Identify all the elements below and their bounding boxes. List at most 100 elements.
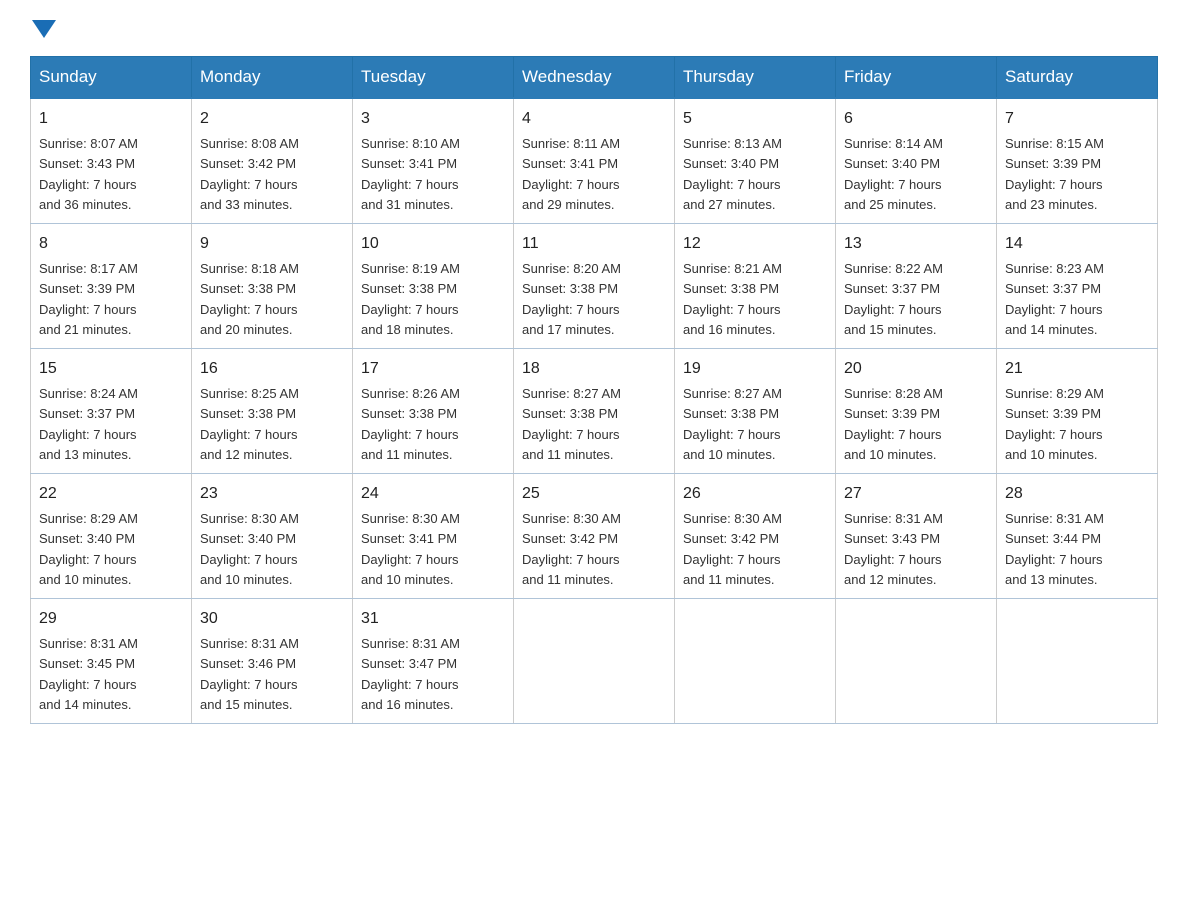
day-info: Sunrise: 8:30 AMSunset: 3:42 PMDaylight:… xyxy=(522,511,621,587)
day-number: 10 xyxy=(361,232,505,256)
header-monday: Monday xyxy=(192,57,353,99)
day-info: Sunrise: 8:30 AMSunset: 3:41 PMDaylight:… xyxy=(361,511,460,587)
calendar-cell-w2-d2: 9 Sunrise: 8:18 AMSunset: 3:38 PMDayligh… xyxy=(192,224,353,349)
header-sunday: Sunday xyxy=(31,57,192,99)
calendar-cell-w2-d5: 12 Sunrise: 8:21 AMSunset: 3:38 PMDaylig… xyxy=(675,224,836,349)
week-row-1: 1 Sunrise: 8:07 AMSunset: 3:43 PMDayligh… xyxy=(31,98,1158,224)
day-info: Sunrise: 8:18 AMSunset: 3:38 PMDaylight:… xyxy=(200,261,299,337)
day-number: 18 xyxy=(522,357,666,381)
calendar-cell-w1-d7: 7 Sunrise: 8:15 AMSunset: 3:39 PMDayligh… xyxy=(997,98,1158,224)
day-info: Sunrise: 8:30 AMSunset: 3:40 PMDaylight:… xyxy=(200,511,299,587)
calendar-cell-w3-d3: 17 Sunrise: 8:26 AMSunset: 3:38 PMDaylig… xyxy=(353,349,514,474)
calendar-cell-w5-d1: 29 Sunrise: 8:31 AMSunset: 3:45 PMDaylig… xyxy=(31,599,192,724)
day-number: 13 xyxy=(844,232,988,256)
day-info: Sunrise: 8:23 AMSunset: 3:37 PMDaylight:… xyxy=(1005,261,1104,337)
calendar-cell-w2-d4: 11 Sunrise: 8:20 AMSunset: 3:38 PMDaylig… xyxy=(514,224,675,349)
logo xyxy=(30,20,58,38)
day-number: 29 xyxy=(39,607,183,631)
day-number: 1 xyxy=(39,107,183,131)
header-friday: Friday xyxy=(836,57,997,99)
day-number: 11 xyxy=(522,232,666,256)
day-number: 14 xyxy=(1005,232,1149,256)
calendar-cell-w5-d2: 30 Sunrise: 8:31 AMSunset: 3:46 PMDaylig… xyxy=(192,599,353,724)
day-info: Sunrise: 8:27 AMSunset: 3:38 PMDaylight:… xyxy=(683,386,782,462)
day-info: Sunrise: 8:10 AMSunset: 3:41 PMDaylight:… xyxy=(361,136,460,212)
day-number: 23 xyxy=(200,482,344,506)
calendar-cell-w5-d6 xyxy=(836,599,997,724)
day-info: Sunrise: 8:30 AMSunset: 3:42 PMDaylight:… xyxy=(683,511,782,587)
day-number: 30 xyxy=(200,607,344,631)
calendar-cell-w4-d7: 28 Sunrise: 8:31 AMSunset: 3:44 PMDaylig… xyxy=(997,474,1158,599)
day-number: 31 xyxy=(361,607,505,631)
day-number: 20 xyxy=(844,357,988,381)
day-info: Sunrise: 8:15 AMSunset: 3:39 PMDaylight:… xyxy=(1005,136,1104,212)
day-info: Sunrise: 8:20 AMSunset: 3:38 PMDaylight:… xyxy=(522,261,621,337)
calendar-cell-w1-d1: 1 Sunrise: 8:07 AMSunset: 3:43 PMDayligh… xyxy=(31,98,192,224)
day-info: Sunrise: 8:11 AMSunset: 3:41 PMDaylight:… xyxy=(522,136,620,212)
calendar-cell-w1-d4: 4 Sunrise: 8:11 AMSunset: 3:41 PMDayligh… xyxy=(514,98,675,224)
calendar-cell-w4-d2: 23 Sunrise: 8:30 AMSunset: 3:40 PMDaylig… xyxy=(192,474,353,599)
day-number: 21 xyxy=(1005,357,1149,381)
day-number: 15 xyxy=(39,357,183,381)
header-tuesday: Tuesday xyxy=(353,57,514,99)
day-number: 16 xyxy=(200,357,344,381)
day-number: 12 xyxy=(683,232,827,256)
day-number: 26 xyxy=(683,482,827,506)
calendar-cell-w5-d3: 31 Sunrise: 8:31 AMSunset: 3:47 PMDaylig… xyxy=(353,599,514,724)
day-number: 4 xyxy=(522,107,666,131)
day-number: 19 xyxy=(683,357,827,381)
day-info: Sunrise: 8:31 AMSunset: 3:45 PMDaylight:… xyxy=(39,636,138,712)
calendar-cell-w3-d7: 21 Sunrise: 8:29 AMSunset: 3:39 PMDaylig… xyxy=(997,349,1158,474)
calendar-cell-w3-d4: 18 Sunrise: 8:27 AMSunset: 3:38 PMDaylig… xyxy=(514,349,675,474)
day-number: 5 xyxy=(683,107,827,131)
day-number: 7 xyxy=(1005,107,1149,131)
day-info: Sunrise: 8:13 AMSunset: 3:40 PMDaylight:… xyxy=(683,136,782,212)
calendar-cell-w4-d3: 24 Sunrise: 8:30 AMSunset: 3:41 PMDaylig… xyxy=(353,474,514,599)
week-row-3: 15 Sunrise: 8:24 AMSunset: 3:37 PMDaylig… xyxy=(31,349,1158,474)
calendar-cell-w3-d1: 15 Sunrise: 8:24 AMSunset: 3:37 PMDaylig… xyxy=(31,349,192,474)
calendar-cell-w3-d6: 20 Sunrise: 8:28 AMSunset: 3:39 PMDaylig… xyxy=(836,349,997,474)
page-header xyxy=(30,20,1158,38)
day-info: Sunrise: 8:31 AMSunset: 3:46 PMDaylight:… xyxy=(200,636,299,712)
week-row-2: 8 Sunrise: 8:17 AMSunset: 3:39 PMDayligh… xyxy=(31,224,1158,349)
day-number: 25 xyxy=(522,482,666,506)
day-info: Sunrise: 8:25 AMSunset: 3:38 PMDaylight:… xyxy=(200,386,299,462)
calendar-cell-w4-d1: 22 Sunrise: 8:29 AMSunset: 3:40 PMDaylig… xyxy=(31,474,192,599)
calendar-cell-w1-d3: 3 Sunrise: 8:10 AMSunset: 3:41 PMDayligh… xyxy=(353,98,514,224)
day-info: Sunrise: 8:31 AMSunset: 3:47 PMDaylight:… xyxy=(361,636,460,712)
header-thursday: Thursday xyxy=(675,57,836,99)
calendar-cell-w2-d7: 14 Sunrise: 8:23 AMSunset: 3:37 PMDaylig… xyxy=(997,224,1158,349)
calendar-cell-w4-d6: 27 Sunrise: 8:31 AMSunset: 3:43 PMDaylig… xyxy=(836,474,997,599)
day-info: Sunrise: 8:29 AMSunset: 3:40 PMDaylight:… xyxy=(39,511,138,587)
calendar-cell-w5-d4 xyxy=(514,599,675,724)
day-info: Sunrise: 8:07 AMSunset: 3:43 PMDaylight:… xyxy=(39,136,138,212)
day-number: 28 xyxy=(1005,482,1149,506)
day-number: 2 xyxy=(200,107,344,131)
day-number: 9 xyxy=(200,232,344,256)
day-info: Sunrise: 8:19 AMSunset: 3:38 PMDaylight:… xyxy=(361,261,460,337)
day-info: Sunrise: 8:14 AMSunset: 3:40 PMDaylight:… xyxy=(844,136,943,212)
day-number: 17 xyxy=(361,357,505,381)
calendar-table: SundayMondayTuesdayWednesdayThursdayFrid… xyxy=(30,56,1158,724)
calendar-cell-w1-d2: 2 Sunrise: 8:08 AMSunset: 3:42 PMDayligh… xyxy=(192,98,353,224)
day-number: 24 xyxy=(361,482,505,506)
calendar-cell-w3-d2: 16 Sunrise: 8:25 AMSunset: 3:38 PMDaylig… xyxy=(192,349,353,474)
header-wednesday: Wednesday xyxy=(514,57,675,99)
header-saturday: Saturday xyxy=(997,57,1158,99)
day-info: Sunrise: 8:22 AMSunset: 3:37 PMDaylight:… xyxy=(844,261,943,337)
calendar-cell-w4-d4: 25 Sunrise: 8:30 AMSunset: 3:42 PMDaylig… xyxy=(514,474,675,599)
days-header-row: SundayMondayTuesdayWednesdayThursdayFrid… xyxy=(31,57,1158,99)
week-row-5: 29 Sunrise: 8:31 AMSunset: 3:45 PMDaylig… xyxy=(31,599,1158,724)
day-info: Sunrise: 8:26 AMSunset: 3:38 PMDaylight:… xyxy=(361,386,460,462)
day-info: Sunrise: 8:31 AMSunset: 3:44 PMDaylight:… xyxy=(1005,511,1104,587)
day-info: Sunrise: 8:21 AMSunset: 3:38 PMDaylight:… xyxy=(683,261,782,337)
calendar-cell-w1-d6: 6 Sunrise: 8:14 AMSunset: 3:40 PMDayligh… xyxy=(836,98,997,224)
calendar-cell-w2-d3: 10 Sunrise: 8:19 AMSunset: 3:38 PMDaylig… xyxy=(353,224,514,349)
day-info: Sunrise: 8:31 AMSunset: 3:43 PMDaylight:… xyxy=(844,511,943,587)
day-number: 8 xyxy=(39,232,183,256)
calendar-cell-w5-d5 xyxy=(675,599,836,724)
day-number: 22 xyxy=(39,482,183,506)
week-row-4: 22 Sunrise: 8:29 AMSunset: 3:40 PMDaylig… xyxy=(31,474,1158,599)
day-info: Sunrise: 8:24 AMSunset: 3:37 PMDaylight:… xyxy=(39,386,138,462)
calendar-cell-w5-d7 xyxy=(997,599,1158,724)
